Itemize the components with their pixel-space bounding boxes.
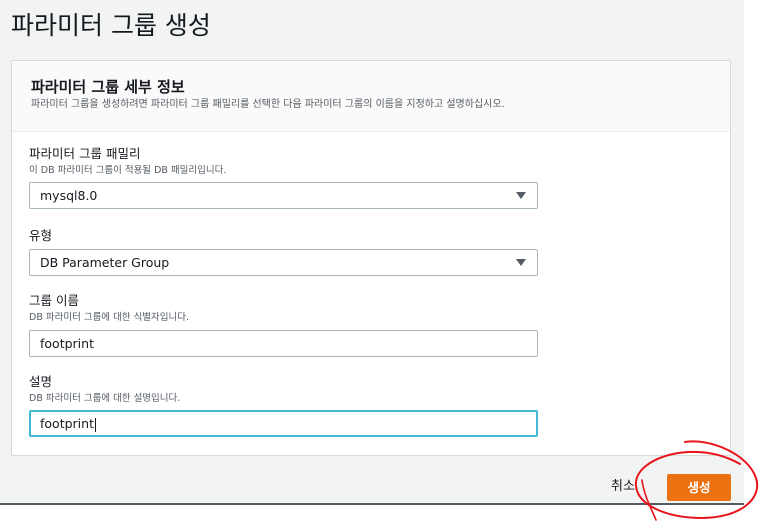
description-input[interactable]: footprint: [29, 410, 538, 437]
caret-down-icon: [516, 192, 526, 199]
cancel-button[interactable]: 취소: [611, 478, 635, 496]
panel-title: 파라미터 그룹 세부 정보: [31, 78, 185, 96]
page-title: 파라미터 그룹 생성: [11, 11, 211, 40]
footer-divider: [0, 503, 744, 505]
type-select[interactable]: DB Parameter Group: [29, 249, 538, 276]
family-hint: 이 DB 파라미터 그룹이 적용될 DB 패밀리입니다.: [29, 165, 227, 176]
group-name-label: 그룹 이름: [29, 293, 79, 308]
family-select-value: mysql8.0: [40, 188, 98, 203]
description-hint: DB 파라미터 그룹에 대한 설명입니다.: [29, 393, 181, 404]
family-label: 파라미터 그룹 패밀리: [29, 146, 141, 161]
group-name-input-value: footprint: [40, 336, 94, 351]
caret-down-icon: [516, 259, 526, 266]
type-select-value: DB Parameter Group: [40, 255, 170, 270]
family-select[interactable]: mysql8.0: [29, 182, 538, 209]
description-input-value: footprint: [40, 416, 94, 431]
text-cursor: [94, 417, 96, 432]
group-name-hint: DB 파라미터 그룹에 대한 식별자입니다.: [29, 312, 190, 323]
type-label: 유형: [29, 228, 53, 243]
description-label: 설명: [29, 374, 53, 389]
group-name-input[interactable]: footprint: [29, 330, 538, 357]
window-edge: [744, 0, 761, 522]
create-button[interactable]: 생성: [667, 474, 731, 501]
panel-description: 파라미터 그룹을 생성하려면 파라미터 그룹 패밀리를 선택한 다음 파라미터 …: [31, 99, 505, 110]
panel-header: 파라미터 그룹 세부 정보 파라미터 그룹을 생성하려면 파라미터 그룹 패밀리…: [12, 61, 730, 132]
